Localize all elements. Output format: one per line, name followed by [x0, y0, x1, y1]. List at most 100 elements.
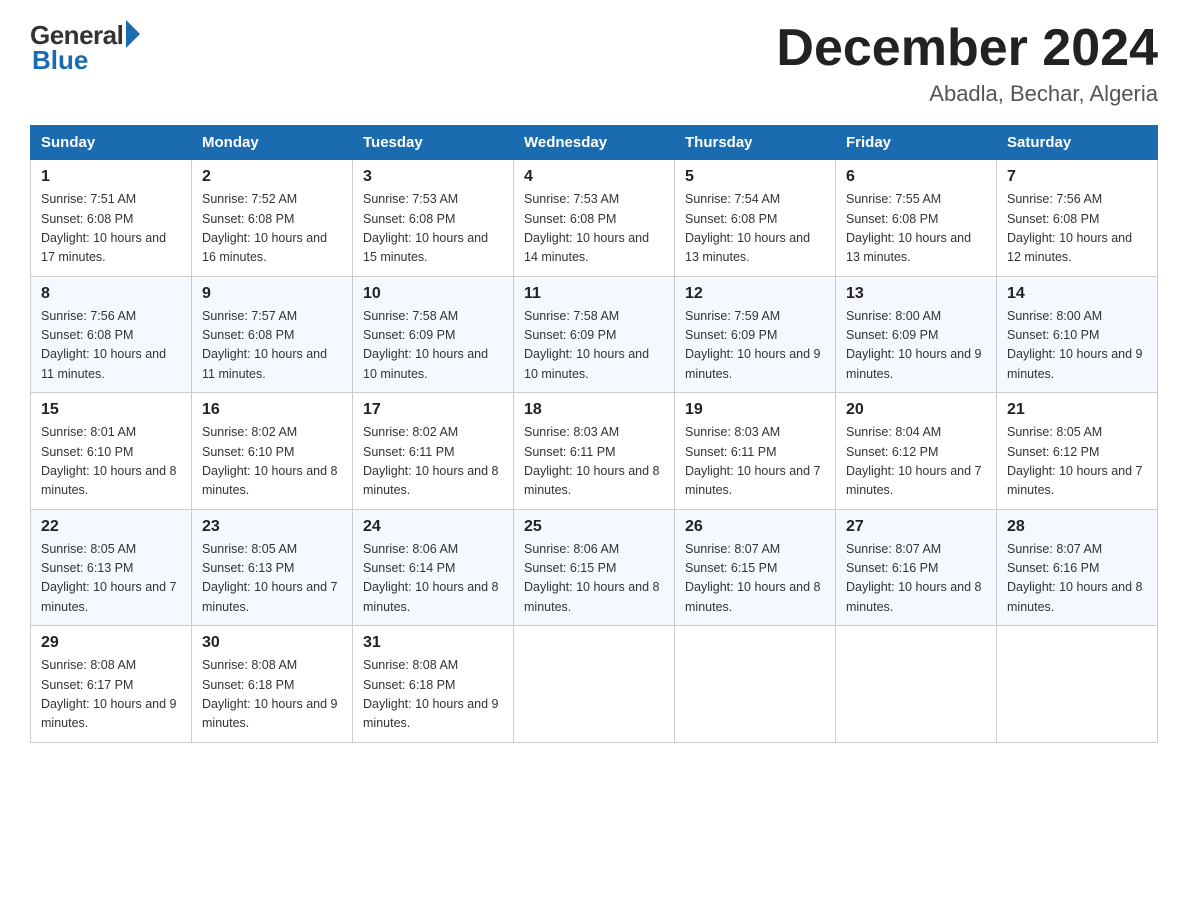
day-number: 28	[1007, 518, 1147, 536]
day-info: Sunrise: 7:52 AMSunset: 6:08 PMDaylight:…	[202, 190, 342, 268]
calendar-cell: 9 Sunrise: 7:57 AMSunset: 6:08 PMDaylight…	[192, 276, 353, 393]
page-header: General Blue December 2024 Abadla, Becha…	[30, 20, 1158, 107]
day-number: 23	[202, 518, 342, 536]
week-row-5: 29 Sunrise: 8:08 AMSunset: 6:17 PMDayligh…	[31, 626, 1158, 743]
day-number: 9	[202, 285, 342, 303]
calendar-cell: 28 Sunrise: 8:07 AMSunset: 6:16 PMDayligh…	[997, 509, 1158, 626]
day-number: 22	[41, 518, 181, 536]
header-monday: Monday	[192, 126, 353, 160]
day-info: Sunrise: 8:00 AMSunset: 6:09 PMDaylight:…	[846, 307, 986, 385]
calendar-cell: 30 Sunrise: 8:08 AMSunset: 6:18 PMDayligh…	[192, 626, 353, 743]
day-info: Sunrise: 8:06 AMSunset: 6:15 PMDaylight:…	[524, 540, 664, 618]
calendar-cell: 6Sunrise: 7:55 AMSunset: 6:08 PMDaylight…	[836, 160, 997, 277]
calendar-cell: 26Sunrise: 8:07 AMSunset: 6:15 PMDayligh…	[675, 509, 836, 626]
calendar-cell	[836, 626, 997, 743]
calendar-cell	[675, 626, 836, 743]
day-number: 1	[41, 168, 181, 186]
header-friday: Friday	[836, 126, 997, 160]
day-info: Sunrise: 8:06 AMSunset: 6:14 PMDaylight:…	[363, 540, 503, 618]
calendar-cell: 24 Sunrise: 8:06 AMSunset: 6:14 PMDayligh…	[353, 509, 514, 626]
calendar-cell: 14Sunrise: 8:00 AMSunset: 6:10 PMDayligh…	[997, 276, 1158, 393]
calendar-cell	[997, 626, 1158, 743]
header-wednesday: Wednesday	[514, 126, 675, 160]
logo: General Blue	[30, 20, 140, 76]
day-info: Sunrise: 7:58 AMSunset: 6:09 PMDaylight:…	[524, 307, 664, 385]
day-info: Sunrise: 8:07 AMSunset: 6:16 PMDaylight:…	[1007, 540, 1147, 618]
calendar-cell: 15Sunrise: 8:01 AMSunset: 6:10 PMDayligh…	[31, 393, 192, 510]
location: Abadla, Bechar, Algeria	[776, 81, 1158, 107]
week-row-2: 8 Sunrise: 7:56 AMSunset: 6:08 PMDaylight…	[31, 276, 1158, 393]
day-number: 11	[524, 285, 664, 303]
calendar-cell: 22Sunrise: 8:05 AMSunset: 6:13 PMDayligh…	[31, 509, 192, 626]
day-number: 30	[202, 634, 342, 652]
day-info: Sunrise: 8:02 AMSunset: 6:10 PMDaylight:…	[202, 423, 342, 501]
day-number: 13	[846, 285, 986, 303]
title-block: December 2024 Abadla, Bechar, Algeria	[776, 20, 1158, 107]
day-info: Sunrise: 7:54 AMSunset: 6:08 PMDaylight:…	[685, 190, 825, 268]
day-info: Sunrise: 8:08 AMSunset: 6:17 PMDaylight:…	[41, 656, 181, 734]
day-info: Sunrise: 8:05 AMSunset: 6:13 PMDaylight:…	[202, 540, 342, 618]
calendar-cell: 10 Sunrise: 7:58 AMSunset: 6:09 PMDayligh…	[353, 276, 514, 393]
header-sunday: Sunday	[31, 126, 192, 160]
day-number: 4	[524, 168, 664, 186]
calendar-table: SundayMondayTuesdayWednesdayThursdayFrid…	[30, 125, 1158, 743]
calendar-cell: 12 Sunrise: 7:59 AMSunset: 6:09 PMDayligh…	[675, 276, 836, 393]
day-number: 7	[1007, 168, 1147, 186]
day-info: Sunrise: 7:58 AMSunset: 6:09 PMDaylight:…	[363, 307, 503, 385]
month-title: December 2024	[776, 20, 1158, 77]
day-info: Sunrise: 8:02 AMSunset: 6:11 PMDaylight:…	[363, 423, 503, 501]
day-info: Sunrise: 8:07 AMSunset: 6:16 PMDaylight:…	[846, 540, 986, 618]
calendar-cell: 19 Sunrise: 8:03 AMSunset: 6:11 PMDayligh…	[675, 393, 836, 510]
week-row-1: 1 Sunrise: 7:51 AMSunset: 6:08 PMDaylight…	[31, 160, 1158, 277]
day-info: Sunrise: 8:03 AMSunset: 6:11 PMDaylight:…	[685, 423, 825, 501]
day-info: Sunrise: 7:56 AMSunset: 6:08 PMDaylight:…	[41, 307, 181, 385]
day-number: 16	[202, 401, 342, 419]
day-number: 24	[363, 518, 503, 536]
calendar-cell: 8 Sunrise: 7:56 AMSunset: 6:08 PMDaylight…	[31, 276, 192, 393]
day-number: 14	[1007, 285, 1147, 303]
day-number: 17	[363, 401, 503, 419]
day-number: 18	[524, 401, 664, 419]
calendar-cell: 13 Sunrise: 8:00 AMSunset: 6:09 PMDayligh…	[836, 276, 997, 393]
day-number: 29	[41, 634, 181, 652]
day-number: 3	[363, 168, 503, 186]
day-info: Sunrise: 7:53 AMSunset: 6:08 PMDaylight:…	[524, 190, 664, 268]
calendar-cell: 27Sunrise: 8:07 AMSunset: 6:16 PMDayligh…	[836, 509, 997, 626]
day-info: Sunrise: 8:03 AMSunset: 6:11 PMDaylight:…	[524, 423, 664, 501]
day-info: Sunrise: 8:08 AMSunset: 6:18 PMDaylight:…	[202, 656, 342, 734]
day-number: 2	[202, 168, 342, 186]
calendar-cell	[514, 626, 675, 743]
day-info: Sunrise: 7:51 AMSunset: 6:08 PMDaylight:…	[41, 190, 181, 268]
day-number: 31	[363, 634, 503, 652]
calendar-cell: 1 Sunrise: 7:51 AMSunset: 6:08 PMDaylight…	[31, 160, 192, 277]
day-number: 5	[685, 168, 825, 186]
day-number: 19	[685, 401, 825, 419]
calendar-cell: 17 Sunrise: 8:02 AMSunset: 6:11 PMDayligh…	[353, 393, 514, 510]
day-info: Sunrise: 8:04 AMSunset: 6:12 PMDaylight:…	[846, 423, 986, 501]
day-number: 8	[41, 285, 181, 303]
calendar-cell: 5 Sunrise: 7:54 AMSunset: 6:08 PMDaylight…	[675, 160, 836, 277]
header-thursday: Thursday	[675, 126, 836, 160]
calendar-cell: 20Sunrise: 8:04 AMSunset: 6:12 PMDayligh…	[836, 393, 997, 510]
day-info: Sunrise: 7:59 AMSunset: 6:09 PMDaylight:…	[685, 307, 825, 385]
header-saturday: Saturday	[997, 126, 1158, 160]
calendar-cell: 7 Sunrise: 7:56 AMSunset: 6:08 PMDaylight…	[997, 160, 1158, 277]
day-number: 10	[363, 285, 503, 303]
logo-triangle-icon	[126, 20, 140, 48]
day-number: 12	[685, 285, 825, 303]
day-info: Sunrise: 7:56 AMSunset: 6:08 PMDaylight:…	[1007, 190, 1147, 268]
calendar-cell: 3 Sunrise: 7:53 AMSunset: 6:08 PMDaylight…	[353, 160, 514, 277]
day-info: Sunrise: 7:53 AMSunset: 6:08 PMDaylight:…	[363, 190, 503, 268]
week-row-4: 22 Sunrise: 8:05 AMSunset: 6:13 PMDayligh…	[31, 509, 1158, 626]
day-number: 26	[685, 518, 825, 536]
calendar-cell: 23 Sunrise: 8:05 AMSunset: 6:13 PMDayligh…	[192, 509, 353, 626]
day-info: Sunrise: 8:05 AMSunset: 6:12 PMDaylight:…	[1007, 423, 1147, 501]
calendar-cell: 2 Sunrise: 7:52 AMSunset: 6:08 PMDaylight…	[192, 160, 353, 277]
calendar-cell: 25 Sunrise: 8:06 AMSunset: 6:15 PMDayligh…	[514, 509, 675, 626]
calendar-cell: 18 Sunrise: 8:03 AMSunset: 6:11 PMDayligh…	[514, 393, 675, 510]
header-tuesday: Tuesday	[353, 126, 514, 160]
day-number: 25	[524, 518, 664, 536]
day-info: Sunrise: 7:57 AMSunset: 6:08 PMDaylight:…	[202, 307, 342, 385]
day-number: 21	[1007, 401, 1147, 419]
day-info: Sunrise: 7:55 AMSunset: 6:08 PMDaylight:…	[846, 190, 986, 268]
